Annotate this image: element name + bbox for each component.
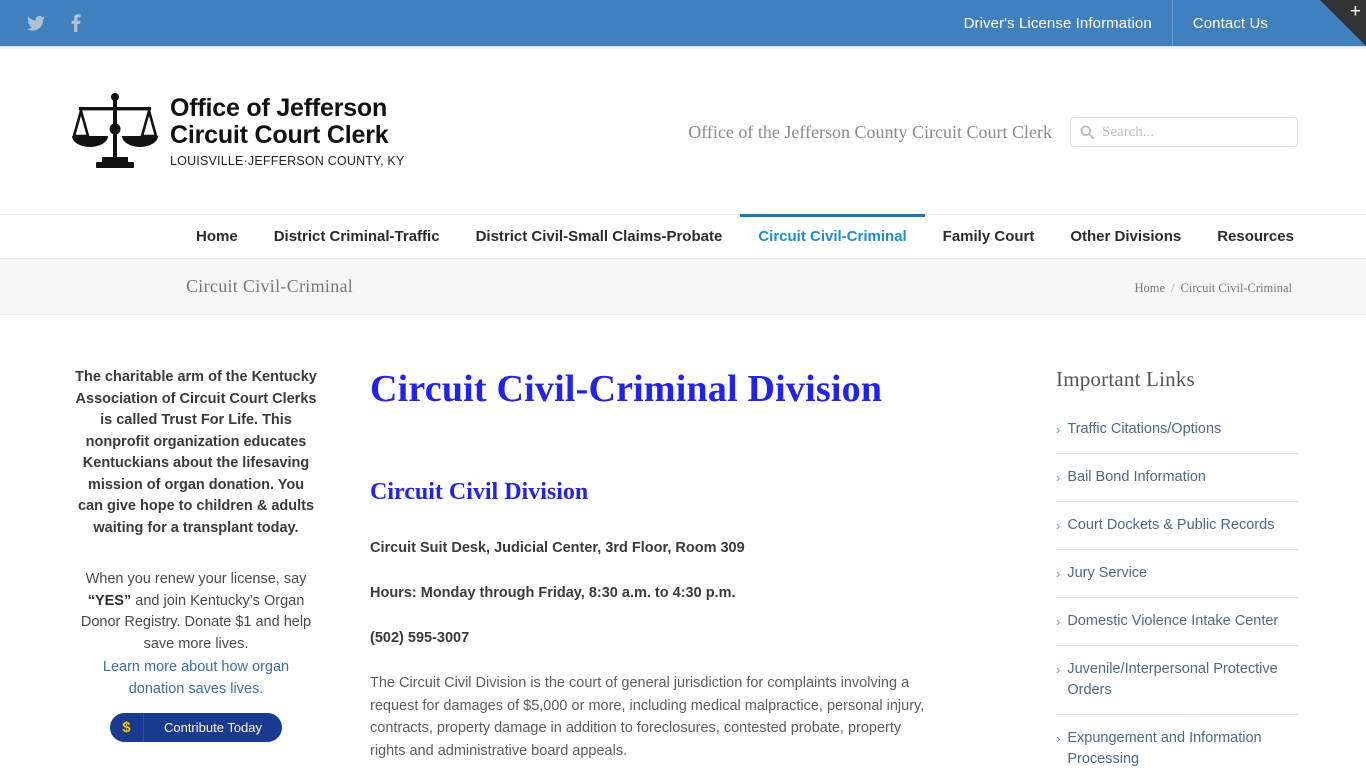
top-link-contact-us[interactable]: Contact Us [1171, 0, 1288, 46]
chevron-right-icon: › [1056, 518, 1061, 533]
breadcrumb-separator: / [1171, 281, 1175, 295]
search-input[interactable] [1102, 123, 1288, 141]
chevron-right-icon: › [1056, 470, 1061, 485]
search-box[interactable] [1070, 117, 1298, 147]
organ-donor-yes: “YES” [87, 592, 132, 609]
contribute-today-button[interactable]: $ Contribute Today [109, 713, 283, 742]
search-icon [1080, 125, 1094, 139]
section-heading: Circuit Civil Division [370, 479, 589, 505]
plus-icon[interactable]: + [1350, 2, 1361, 21]
page-content: The charitable arm of the Kentucky Assoc… [68, 315, 1298, 768]
chevron-right-icon: › [1056, 731, 1061, 746]
trust-for-life-description: The charitable arm of the Kentucky Assoc… [75, 369, 317, 536]
link-label[interactable]: Expungement and Information Processing [1067, 728, 1298, 768]
nav-item-district-criminal-traffic[interactable]: District Criminal-Traffic [256, 215, 458, 258]
link-item-bail-bond-information[interactable]: › Bail Bond Information [1056, 467, 1298, 502]
nav-item-family-court[interactable]: Family Court [925, 215, 1053, 258]
chevron-right-icon: › [1056, 662, 1061, 677]
site-tagline: Office of the Jefferson County Circuit C… [688, 121, 1052, 142]
main-navigation: Home District Criminal-Traffic District … [0, 214, 1366, 259]
info-line-hours: Hours: Monday through Friday, 8:30 a.m. … [370, 585, 736, 601]
organ-donor-text-pre: When you renew your license, say [85, 571, 307, 587]
breadcrumb-bar: Circuit Civil-Criminal Home / Circuit Ci… [0, 259, 1366, 315]
chevron-right-icon: › [1056, 614, 1061, 629]
twitter-icon[interactable] [26, 13, 46, 33]
top-nav-links: Driver's License Information Contact Us [944, 0, 1288, 46]
scales-of-justice-icon [72, 91, 158, 173]
link-item-jury-service[interactable]: › Jury Service [1056, 563, 1298, 598]
link-label[interactable]: Bail Bond Information [1067, 467, 1206, 488]
corner-ribbon-toggle[interactable]: + [1320, 0, 1366, 46]
left-sidebar: The charitable arm of the Kentucky Assoc… [68, 367, 326, 768]
facebook-icon[interactable] [66, 13, 86, 33]
nav-item-district-civil-small-claims-probate[interactable]: District Civil-Small Claims-Probate [458, 215, 741, 258]
nav-item-home[interactable]: Home [178, 215, 256, 258]
logo-line-1: Office of Jefferson [170, 93, 388, 122]
logo-line-2: Circuit Court Clerk [170, 120, 389, 149]
nav-item-other-divisions[interactable]: Other Divisions [1052, 215, 1199, 258]
link-label[interactable]: Court Dockets & Public Records [1067, 515, 1274, 536]
nav-item-resources[interactable]: Resources [1199, 215, 1312, 258]
nav-item-circuit-civil-criminal[interactable]: Circuit Civil-Criminal [740, 214, 926, 258]
site-header: Office of Jefferson Circuit Court Clerk … [0, 50, 1366, 214]
header-right-group: Office of the Jefferson County Circuit C… [688, 117, 1298, 147]
right-sidebar: Important Links › Traffic Citations/Opti… [1048, 367, 1298, 768]
link-item-expungement-and-information-processing[interactable]: › Expungement and Information Processing [1056, 728, 1298, 768]
top-utility-bar: Driver's License Information Contact Us … [0, 0, 1366, 46]
chevron-right-icon: › [1056, 422, 1061, 437]
main-column: Circuit Civil-Criminal Division Circuit … [326, 367, 1048, 768]
link-label[interactable]: Juvenile/Interpersonal Protective Orders [1067, 659, 1298, 701]
link-item-juvenile-interpersonal-protective-orders[interactable]: › Juvenile/Interpersonal Protective Orde… [1056, 659, 1298, 715]
dollar-icon: $ [110, 713, 144, 742]
site-logo[interactable]: Office of Jefferson Circuit Court Clerk … [72, 91, 405, 173]
link-label[interactable]: Traffic Citations/Options [1067, 419, 1221, 440]
breadcrumb-current: Circuit Civil-Criminal [1180, 281, 1292, 295]
division-description: The Circuit Civil Division is the court … [370, 675, 925, 759]
info-line-location: Circuit Suit Desk, Judicial Center, 3rd … [370, 540, 745, 556]
top-link-drivers-license[interactable]: Driver's License Information [944, 0, 1172, 46]
link-item-domestic-violence-intake-center[interactable]: › Domestic Violence Intake Center [1056, 611, 1298, 646]
link-label[interactable]: Domestic Violence Intake Center [1067, 611, 1278, 632]
logo-line-3: LOUISVILLE·JEFFERSON COUNTY, KY [170, 153, 405, 168]
info-line-phone: (502) 595-3007 [370, 630, 470, 646]
organ-donor-text: When you renew your license, say “YES” a… [74, 569, 318, 655]
organ-donation-learn-more-link[interactable]: Learn more about how organ donation save… [74, 657, 318, 700]
breadcrumb-home[interactable]: Home [1135, 281, 1166, 296]
main-heading: Circuit Civil-Criminal Division [370, 368, 883, 410]
breadcrumb: Home / Circuit Civil-Criminal [1135, 277, 1293, 296]
contribute-today-label: Contribute Today [163, 720, 263, 735]
link-item-traffic-citations[interactable]: › Traffic Citations/Options [1056, 419, 1298, 454]
important-links-title: Important Links [1056, 367, 1195, 391]
social-links [26, 13, 86, 33]
link-label[interactable]: Jury Service [1067, 563, 1147, 584]
link-item-court-dockets-public-records[interactable]: › Court Dockets & Public Records [1056, 515, 1298, 550]
chevron-right-icon: › [1056, 566, 1061, 581]
page-title: Circuit Civil-Criminal [186, 276, 354, 296]
